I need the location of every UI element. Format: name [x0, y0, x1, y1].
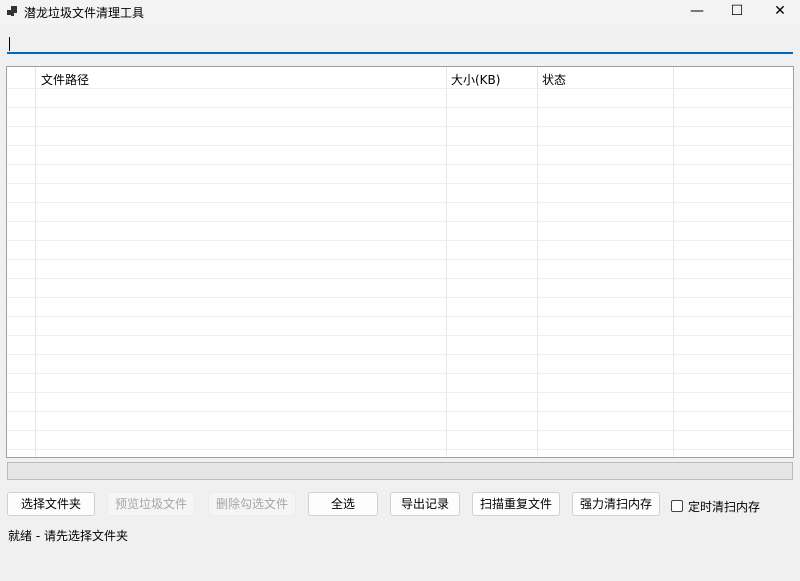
app-icon [7, 6, 17, 16]
file-table[interactable]: 文件路径 大小(KB) 状态 [6, 66, 794, 458]
text-caret [9, 37, 10, 51]
status-text: 就绪 - 请先选择文件夹 [8, 529, 128, 543]
select-all-button[interactable]: 全选 [308, 492, 378, 516]
path-input[interactable] [7, 34, 793, 54]
row-gridline [7, 278, 793, 279]
export-log-button[interactable]: 导出记录 [390, 492, 460, 516]
row-gridline [7, 373, 793, 374]
row-gridline [7, 316, 793, 317]
close-icon: ✕ [774, 3, 786, 19]
column-header-path[interactable]: 文件路径 [41, 71, 89, 88]
minimize-icon: — [690, 3, 704, 19]
row-gridline [7, 430, 793, 431]
progress-bar [7, 462, 793, 480]
column-header-status[interactable]: 状态 [542, 71, 566, 88]
row-gridline [7, 88, 793, 89]
row-gridline [7, 411, 793, 412]
column-header-size[interactable]: 大小(KB) [451, 71, 500, 88]
row-gridline [7, 221, 793, 222]
timer-clean-checkbox[interactable] [671, 500, 683, 512]
close-button[interactable]: ✕ [760, 0, 800, 24]
row-gridline [7, 183, 793, 184]
preview-junk-button[interactable]: 预览垃圾文件 [107, 492, 195, 516]
row-gridline [7, 335, 793, 336]
row-gridline [7, 259, 793, 260]
row-gridline [7, 107, 793, 108]
window-title: 潜龙垃圾文件清理工具 [24, 6, 145, 20]
scan-duplicates-button[interactable]: 扫描重复文件 [472, 492, 560, 516]
select-folder-button[interactable]: 选择文件夹 [7, 492, 95, 516]
maximize-button[interactable]: ☐ [717, 0, 757, 24]
row-gridline [7, 145, 793, 146]
minimize-button[interactable]: — [677, 0, 717, 24]
maximize-icon: ☐ [730, 3, 744, 19]
row-gridline [7, 297, 793, 298]
row-gridline [7, 202, 793, 203]
row-gridline [7, 126, 793, 127]
force-clean-memory-button[interactable]: 强力清扫内存 [572, 492, 660, 516]
row-gridline [7, 240, 793, 241]
timer-clean-label[interactable]: 定时清扫内存 [688, 498, 760, 515]
row-gridline [7, 449, 793, 450]
row-gridline [7, 164, 793, 165]
row-gridline [7, 354, 793, 355]
title-bar: 潜龙垃圾文件清理工具 — ☐ ✕ [0, 0, 800, 24]
delete-checked-button[interactable]: 删除勾选文件 [208, 492, 296, 516]
row-gridline [7, 392, 793, 393]
